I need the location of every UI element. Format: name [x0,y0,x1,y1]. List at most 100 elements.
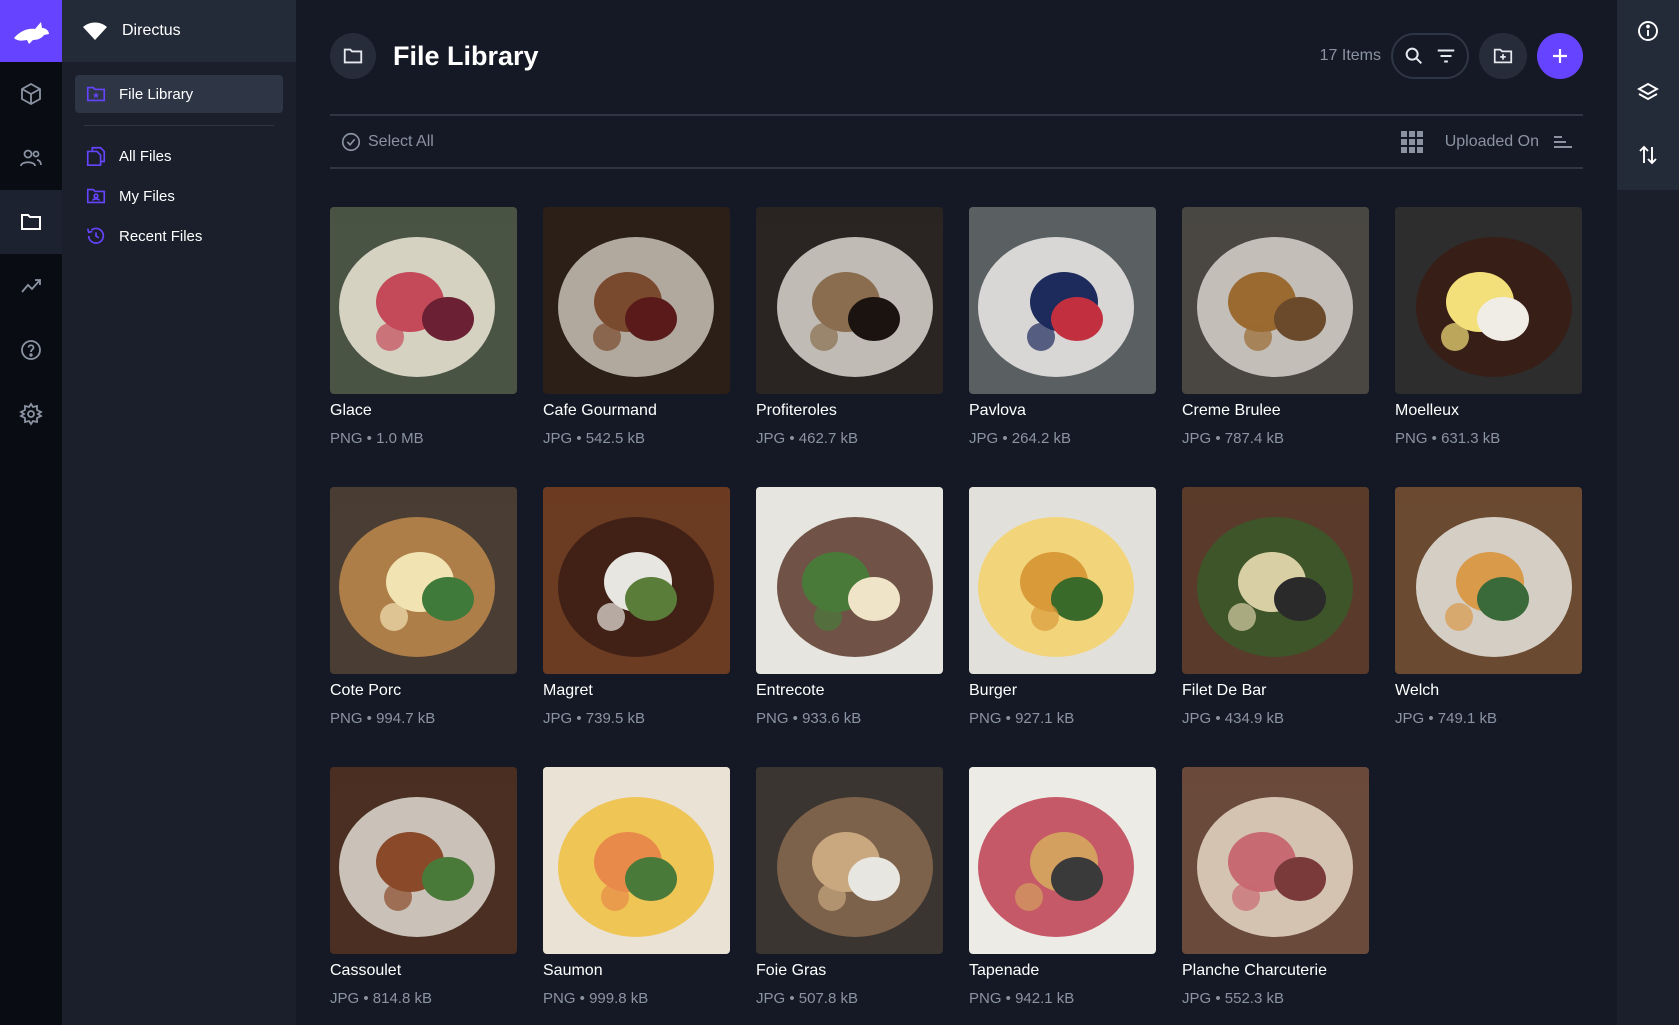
file-thumbnail[interactable] [543,487,730,674]
file-card[interactable]: Creme Brulee JPG • 787.4 kB [1182,207,1369,487]
file-thumbnail[interactable] [1395,207,1582,394]
file-title: Welch [1395,682,1440,699]
directus-logo[interactable] [0,0,62,62]
new-folder-button[interactable] [1479,33,1527,79]
file-card[interactable]: Profiteroles JPG • 462.7 kB [756,207,943,487]
search-filter-pill[interactable] [1391,33,1469,79]
item-count: 17 Items [1319,47,1381,64]
module-settings[interactable] [0,382,62,446]
file-thumbnail[interactable] [756,487,943,674]
file-thumbnail[interactable] [1182,487,1369,674]
file-title: Cote Porc [330,682,402,699]
file-card[interactable]: Glace PNG • 1.0 MB [330,207,517,487]
file-meta: PNG • 933.6 kB [756,710,862,727]
sort-direction-icon[interactable] [1553,134,1573,150]
grid-size-icon[interactable] [1400,130,1423,153]
file-thumbnail-image [969,207,1156,394]
project-header[interactable]: Directus [62,0,296,62]
file-card[interactable]: Entrecote PNG • 933.6 kB [756,487,943,767]
file-thumbnail-image [756,767,943,954]
file-thumbnail[interactable] [543,767,730,954]
nav-all-files[interactable]: All Files [75,136,283,176]
file-meta: JPG • 552.3 kB [1182,990,1284,1007]
wifi-icon [83,22,107,40]
file-card[interactable]: Planche Charcuterie JPG • 552.3 kB [1182,767,1369,1025]
project-name: Directus [122,22,181,39]
file-card[interactable]: Saumon PNG • 999.8 kB [543,767,730,1025]
file-title: Profiteroles [756,402,837,419]
folder-icon [21,214,41,230]
file-title: Glace [330,402,372,419]
file-thumbnail[interactable] [330,767,517,954]
file-thumbnail-image [543,487,730,674]
rabbit-logo-icon [14,22,49,44]
file-card[interactable]: Magret JPG • 739.5 kB [543,487,730,767]
nav-my-files[interactable]: My Files [75,176,283,216]
module-files[interactable] [0,190,62,254]
file-card[interactable]: Cote Porc PNG • 994.7 kB [330,487,517,767]
file-title: Cassoulet [330,962,402,979]
file-thumbnail-image [330,487,517,674]
file-card[interactable]: Welch JPG • 749.1 kB [1395,487,1582,767]
file-thumbnail-image [1182,487,1369,674]
file-meta: JPG • 749.1 kB [1395,710,1497,727]
file-thumbnail-image [969,487,1156,674]
file-card[interactable]: Moelleux PNG • 631.3 kB [1395,207,1582,487]
file-thumbnail[interactable] [1182,207,1369,394]
module-insights[interactable] [0,254,62,318]
file-thumbnail[interactable] [756,207,943,394]
search-icon[interactable] [1403,45,1425,67]
file-card[interactable]: Burger PNG • 927.1 kB [969,487,1156,767]
file-title: Entrecote [756,682,825,699]
file-thumbnail[interactable] [330,207,517,394]
file-meta: JPG • 434.9 kB [1182,710,1284,727]
nav-divider [84,125,274,126]
file-card[interactable]: Tapenade PNG • 942.1 kB [969,767,1156,1025]
file-meta: PNG • 927.1 kB [969,710,1075,727]
layers-icon [1637,82,1659,101]
nav-recent-files[interactable]: Recent Files [75,216,283,256]
file-card[interactable]: Pavlova JPG • 264.2 kB [969,207,1156,487]
module-content[interactable] [0,62,62,126]
file-thumbnail[interactable] [969,487,1156,674]
file-thumbnail[interactable] [969,767,1156,954]
file-thumbnail[interactable] [330,487,517,674]
sidebar-layout-button[interactable] [1617,62,1679,124]
help-icon [21,340,41,360]
sort-field-label[interactable]: Uploaded On [1445,133,1539,151]
file-thumbnail[interactable] [969,207,1156,394]
file-thumbnail-image [1182,767,1369,954]
right-sidebar [1617,0,1679,1025]
file-thumbnail[interactable] [756,767,943,954]
module-help[interactable] [0,318,62,382]
file-thumbnail-image [756,487,943,674]
user-folder-icon [86,188,106,204]
file-title: Foie Gras [756,962,827,979]
file-meta: JPG • 542.5 kB [543,430,645,447]
file-thumbnail[interactable] [1182,767,1369,954]
add-file-button[interactable] [1537,33,1583,79]
file-thumbnail[interactable] [543,207,730,394]
file-title: Pavlova [969,402,1026,419]
filter-icon[interactable] [1435,45,1457,67]
sidebar-import-export-button[interactable] [1617,124,1679,186]
file-card[interactable]: Cassoulet JPG • 814.8 kB [330,767,517,1025]
select-all-button[interactable]: Select All [340,131,434,153]
file-card[interactable]: Foie Gras JPG • 507.8 kB [756,767,943,1025]
nav-file-library[interactable]: File Library [75,75,283,113]
file-meta: JPG • 739.5 kB [543,710,645,727]
file-title: Moelleux [1395,402,1460,419]
file-card[interactable]: Filet De Bar JPG • 434.9 kB [1182,487,1369,767]
sidebar-actions [1617,0,1679,190]
file-meta: JPG • 462.7 kB [756,430,858,447]
file-title: Magret [543,682,593,699]
nav-my-files-label: My Files [119,187,175,205]
sidebar-info-button[interactable] [1617,0,1679,62]
module-users[interactable] [0,126,62,190]
file-thumbnail[interactable] [1395,487,1582,674]
insights-icon [21,279,41,293]
navigation-pane: Directus File Library All Files My Files… [62,0,296,1025]
file-title: Saumon [543,962,603,979]
page-header: File Library 17 Items [330,33,1583,79]
file-card[interactable]: Cafe Gourmand JPG • 542.5 kB [543,207,730,487]
